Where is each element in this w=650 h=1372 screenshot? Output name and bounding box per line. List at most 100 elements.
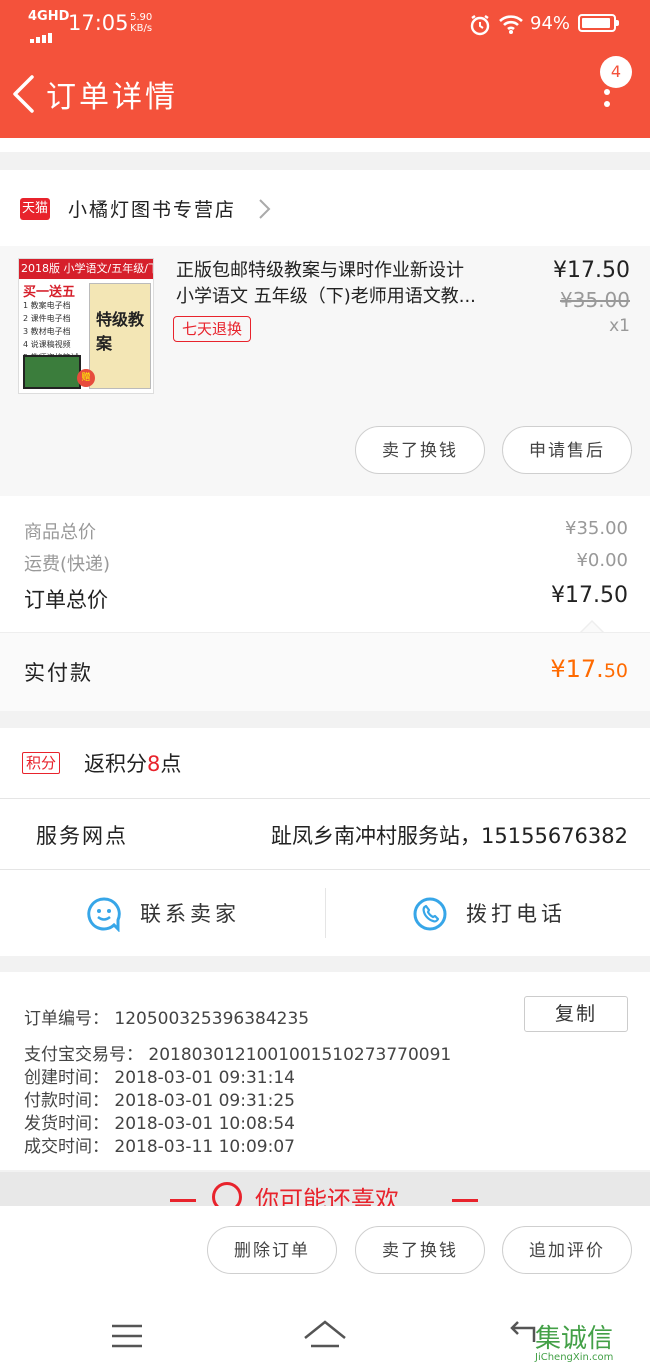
battery-icon	[578, 14, 619, 32]
shipping-label: 运费(快递)	[24, 554, 111, 575]
points-prefix: 返积分	[84, 752, 147, 776]
order-total-value: ¥17.50	[551, 583, 628, 608]
shipped-line: 发货时间： 2018-03-01 10:08:54	[24, 1109, 295, 1134]
created-time: 2018-03-01 09:31:14	[114, 1068, 295, 1088]
return-policy-tag: 七天退换	[173, 316, 252, 342]
goods-total-label: 商品总价	[24, 522, 96, 543]
product-quantity: x1	[609, 316, 630, 336]
call-phone-button[interactable]: 拨打电话	[466, 898, 566, 928]
tmall-logo: 天猫	[20, 198, 50, 220]
thumb-bullet: 3 教材电子档	[23, 327, 71, 336]
product-thumbnail[interactable]: 2018版 小学语文/五年级/下 买一送五 1 教案电子档 2 课件电子档 3 …	[18, 258, 154, 394]
thumb-edition: 2018版	[21, 262, 60, 275]
alipay-label: 支付宝交易号：	[24, 1045, 143, 1065]
done-line: 成交时间： 2018-03-11 10:09:07	[24, 1132, 295, 1157]
points-text: 返积分8点	[84, 748, 181, 778]
net-speed-value: 5.90	[130, 12, 153, 23]
status-bar: 4GHD 17:05 5.90 KB/s 94%	[0, 0, 650, 50]
signal-icon	[30, 24, 54, 43]
back-button[interactable]	[10, 74, 36, 118]
paid-time-label: 付款时间：	[24, 1091, 109, 1111]
add-review-button[interactable]: 追加评价	[502, 1226, 632, 1274]
chevron-right-icon	[258, 198, 272, 224]
divider	[325, 888, 326, 938]
created-label: 创建时间：	[24, 1068, 109, 1088]
thumb-book-title: 特级教案	[96, 310, 145, 353]
order-number: 120500325396384235	[114, 1009, 310, 1029]
app-header: 订单详情	[0, 50, 650, 138]
watermark-url: JiChengXin.com	[535, 1352, 614, 1363]
notification-badge: 4	[600, 56, 632, 88]
paid-amount-cents: 50	[603, 660, 628, 682]
contact-bar: 联系卖家 拨打电话	[0, 870, 650, 956]
heart-icon	[212, 1182, 242, 1206]
store-name: 小橘灯图书专营店	[68, 199, 237, 221]
recommend-header: 你可能还喜欢	[0, 1172, 650, 1206]
paid-amount: ¥17.50	[550, 655, 628, 683]
battery-percent: 94%	[530, 13, 571, 34]
thumb-subject: 小学语文/五年级/下	[63, 262, 154, 275]
menu-icon[interactable]	[110, 1322, 144, 1354]
after-sale-button[interactable]: 申请售后	[502, 426, 632, 474]
product-title-line: 正版包邮特级教案与课时作业新设计	[176, 260, 464, 281]
divider	[170, 1199, 196, 1202]
points-tag: 积分	[22, 752, 61, 774]
paid-time-line: 付款时间： 2018-03-01 09:31:25	[24, 1086, 295, 1111]
product-title-line: 小学语文 五年级（下)老师用语文教...	[176, 286, 476, 307]
phone-icon	[412, 896, 448, 936]
thumb-banner: 2018版 小学语文/五年级/下	[19, 259, 154, 279]
net-speed: 5.90 KB/s	[130, 12, 152, 34]
alipay-number: 2018030121001001510273770091	[148, 1045, 452, 1065]
clock: 17:05	[68, 11, 129, 35]
sell-button-bottom[interactable]: 卖了换钱	[355, 1226, 485, 1274]
more-menu-button[interactable]	[598, 88, 616, 116]
sell-button[interactable]: 卖了换钱	[355, 426, 485, 474]
watermark-logo: 集诚信 JiChengXin.com	[535, 1318, 614, 1363]
wifi-icon	[498, 13, 524, 39]
thumb-bullet: 1 教案电子档	[23, 301, 71, 310]
delete-order-button[interactable]: 删除订单	[207, 1226, 337, 1274]
product-title[interactable]: 正版包邮特级教案与课时作业新设计 小学语文 五年级（下)老师用语文教...	[176, 258, 526, 310]
paid-time: 2018-03-01 09:31:25	[114, 1091, 295, 1111]
order-total-label: 订单总价	[24, 588, 108, 612]
shipping-value: ¥0.00	[576, 550, 628, 571]
recommend-title: 你可能还喜欢	[255, 1186, 399, 1206]
thumb-bullet: 2 课件电子档	[23, 314, 71, 323]
alarm-icon	[468, 13, 492, 41]
paid-label: 实付款	[24, 661, 93, 685]
net-speed-unit: KB/s	[130, 23, 153, 34]
thumb-promo: 买一送五	[23, 285, 76, 300]
original-price: ¥35.00	[560, 288, 630, 312]
service-point-row: 服务网点 趾凤乡南冲村服务站，15155676382	[0, 799, 650, 870]
thumb-screen-image	[23, 355, 81, 389]
product-price: ¥17.50	[553, 258, 630, 283]
paid-row: 实付款 ¥17.50	[0, 632, 650, 711]
copy-button[interactable]: 复制	[524, 996, 628, 1032]
order-number-label: 订单编号：	[24, 1009, 109, 1029]
top-spacer	[0, 138, 650, 152]
shipped-time: 2018-03-01 10:08:54	[114, 1114, 295, 1134]
store-row[interactable]: 天猫 小橘灯图书专营店	[0, 170, 650, 246]
paid-amount-main: ¥17.	[550, 655, 604, 683]
alipay-line: 支付宝交易号： 2018030121001001510273770091	[24, 1040, 451, 1065]
done-time: 2018-03-11 10:09:07	[114, 1137, 295, 1157]
thumb-book-cover: 特级教案	[89, 283, 151, 389]
home-icon[interactable]	[302, 1318, 348, 1356]
shipped-label: 发货时间：	[24, 1114, 109, 1134]
watermark-text: 集诚信	[535, 1324, 614, 1354]
thumb-bullet: 4 说课稿视频	[23, 340, 71, 349]
points-suffix: 点	[160, 752, 182, 776]
done-label: 成交时间：	[24, 1137, 109, 1157]
thumb-gift-badge: 赠	[77, 369, 95, 387]
points-count: 8	[147, 752, 161, 776]
chat-smile-icon	[86, 896, 122, 936]
points-row: 积分 返积分8点	[0, 728, 650, 799]
service-value: 趾凤乡南冲村服务站，15155676382	[271, 824, 628, 848]
service-label: 服务网点	[36, 824, 128, 848]
caret-fill	[582, 622, 602, 632]
order-number-line: 订单编号： 120500325396384235	[24, 1004, 309, 1029]
page-title: 订单详情	[46, 80, 178, 115]
contact-seller-button[interactable]: 联系卖家	[140, 898, 240, 928]
divider	[452, 1199, 478, 1202]
goods-total-value: ¥35.00	[565, 518, 628, 539]
